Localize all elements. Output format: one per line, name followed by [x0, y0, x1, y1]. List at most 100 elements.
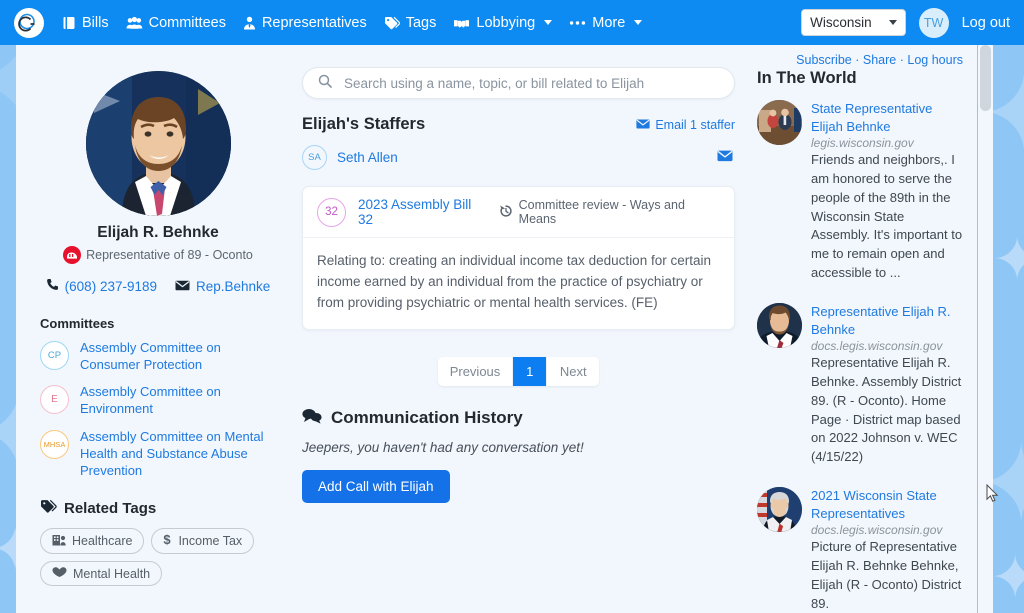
share-link[interactable]: Share [863, 53, 896, 67]
history-icon [499, 204, 513, 221]
staffer-row[interactable]: SA Seth Allen [302, 145, 735, 170]
log-hours-link[interactable]: Log hours [907, 53, 963, 67]
profile-sidebar: Elijah R. Behnke Representative of 89 - … [16, 45, 286, 613]
tag-icon [384, 16, 400, 30]
staffers-header: Elijah's Staffers Email 1 staffer [302, 115, 735, 134]
separator: · [899, 53, 904, 67]
brain-icon [52, 566, 67, 581]
search-input[interactable] [342, 74, 719, 92]
nav-item-lobbying[interactable]: Lobbying [453, 14, 553, 31]
phone-number-link[interactable]: (608) 237-9189 [65, 279, 157, 294]
chevron-down-icon [544, 20, 553, 25]
communication-history-heading: Communication History [302, 408, 735, 429]
top-navigation-bar: Bills Committees Representatives Tags Lo [0, 0, 1024, 45]
related-tags-heading: Related Tags [40, 499, 276, 518]
book-icon [62, 16, 76, 30]
email-link[interactable]: Rep.Behnke [196, 279, 270, 294]
utility-links: Subscribe · Share · Log hours [757, 53, 963, 67]
staffer-avatar: SA [302, 145, 327, 170]
news-title-link[interactable]: 2021 Wisconsin State Representatives [811, 487, 963, 522]
news-description: Friends and neighbors,. I am honored to … [811, 152, 963, 281]
committee-name[interactable]: Assembly Committee on Environment [80, 383, 276, 417]
bill-status-label: Committee review - Ways and Means [518, 198, 685, 226]
tag-chip-healthcare[interactable]: Healthcare [40, 528, 145, 555]
news-item[interactable]: 2021 Wisconsin State Representatives doc… [757, 487, 963, 613]
email-staffers-label: Email 1 staffer [655, 118, 735, 132]
news-item[interactable]: Representative Elijah R. Behnke docs.leg… [757, 303, 963, 467]
staffer-email-icon[interactable] [717, 149, 733, 167]
subscribe-link[interactable]: Subscribe [796, 53, 852, 67]
pagination-previous[interactable]: Previous [437, 356, 514, 386]
svg-text:$: $ [164, 533, 172, 546]
news-source: docs.legis.wisconsin.gov [811, 523, 943, 538]
search-bar[interactable] [302, 67, 735, 99]
opengov-logo[interactable] [14, 7, 44, 38]
pagination-next[interactable]: Next [547, 356, 600, 386]
representative-photo [85, 71, 231, 216]
page-content: Elijah R. Behnke Representative of 89 - … [16, 45, 977, 613]
chat-bubbles-icon [302, 408, 322, 429]
bill-card-header: 32 2023 Assembly Bill 32 Committee revie… [303, 187, 734, 238]
phone-icon [46, 278, 59, 294]
tag-chip-mental-health[interactable]: Mental Health [40, 561, 163, 587]
nav-item-lobbying-label: Lobbying [476, 14, 536, 31]
tag-chip-income-tax[interactable]: $ Income Tax [151, 528, 255, 555]
tag-label: Income Tax [178, 534, 243, 549]
pagination: Previous 1 Next [302, 356, 735, 386]
page-scrollbar[interactable] [978, 45, 993, 613]
mouse-cursor [986, 483, 999, 508]
bill-card: 32 2023 Assembly Bill 32 Committee revie… [302, 186, 735, 330]
logout-link[interactable]: Log out [962, 15, 1010, 31]
nav-right-group: Wisconsin TW Log out [801, 7, 1010, 38]
nav-item-committees[interactable]: Committees [126, 15, 226, 31]
bill-status: Committee review - Ways and Means [499, 198, 720, 226]
committee-name[interactable]: Assembly Committee on Consumer Protectio… [80, 339, 276, 373]
nav-item-bills-label: Bills [82, 14, 109, 31]
related-tags-section: Related Tags Healthcare $ Income Tax Men… [40, 499, 276, 587]
nav-item-representatives[interactable]: Representatives [243, 15, 367, 31]
news-item[interactable]: State Representative Elijah Behnke legis… [757, 100, 963, 283]
committee-avatar: MHSA [40, 429, 69, 459]
envelope-icon [636, 118, 650, 132]
nav-item-bills[interactable]: Bills [62, 15, 109, 31]
bill-title-link[interactable]: 2023 Assembly Bill 32 [358, 197, 487, 227]
state-select-value: Wisconsin [810, 15, 872, 30]
ellipsis-icon [569, 19, 586, 27]
nav-item-more[interactable]: More [569, 15, 643, 31]
add-call-button[interactable]: Add Call with Elijah [302, 469, 450, 503]
committee-avatar: E [40, 385, 69, 415]
in-the-world-title: In The World [757, 69, 857, 87]
committees-heading: Committees [40, 316, 115, 331]
communication-empty-message: Jeepers, you haven't had any conversatio… [302, 439, 584, 455]
tag-icon [40, 499, 57, 518]
republican-party-icon [63, 246, 82, 264]
news-description: Representative Elijah R. Behnke. Assembl… [811, 355, 962, 465]
handshake-icon [453, 16, 470, 30]
news-title-link[interactable]: Representative Elijah R. Behnke [811, 303, 963, 338]
news-description: Picture of Representative Elijah R. Behn… [811, 539, 962, 611]
bill-description: Relating to: creating an individual inco… [317, 253, 711, 310]
pagination-page-1[interactable]: 1 [513, 356, 548, 386]
staffers-title: Elijah's Staffers [302, 115, 426, 133]
committee-item[interactable]: MHSA Assembly Committee on Mental Health… [40, 428, 276, 479]
email-staffers-button[interactable]: Email 1 staffer [636, 118, 735, 132]
dollar-icon: $ [163, 532, 172, 549]
in-the-world-sidebar: Subscribe · Share · Log hours In The Wor… [751, 45, 977, 613]
news-title-link[interactable]: State Representative Elijah Behnke [811, 100, 963, 135]
staffer-name[interactable]: Seth Allen [337, 150, 707, 165]
tag-label: Mental Health [73, 566, 151, 581]
scrollbar-thumb[interactable] [980, 45, 991, 111]
user-avatar[interactable]: TW [918, 7, 949, 38]
committee-item[interactable]: E Assembly Committee on Environment [40, 383, 276, 417]
news-thumbnail [757, 303, 802, 348]
committee-item[interactable]: CP Assembly Committee on Consumer Protec… [40, 339, 276, 373]
search-icon [318, 74, 332, 93]
nav-links: Bills Committees Representatives Tags Lo [62, 15, 801, 31]
nav-item-tags[interactable]: Tags [384, 15, 436, 31]
news-thumbnail [757, 487, 802, 533]
state-select[interactable]: Wisconsin [801, 9, 906, 36]
contact-row: (608) 237-9189 Rep.Behnke [40, 278, 276, 294]
chevron-down-icon [888, 20, 897, 25]
committee-name[interactable]: Assembly Committee on Mental Health and … [80, 428, 276, 479]
bill-number-badge: 32 [317, 197, 346, 227]
